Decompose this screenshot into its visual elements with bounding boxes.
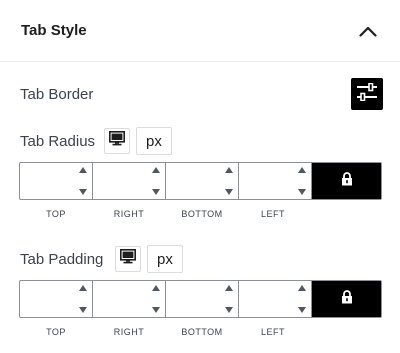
decrement-arrow[interactable]: [79, 307, 87, 313]
decrement-arrow[interactable]: [225, 189, 233, 195]
decrement-arrow[interactable]: [298, 189, 306, 195]
tab-radius-label: Tab Radius: [20, 133, 96, 150]
tab-padding-unit-button[interactable]: px: [147, 245, 183, 273]
tab-radius-top-field[interactable]: [20, 163, 93, 199]
tab-radius-right-input[interactable]: [93, 163, 147, 199]
tab-border-label: Tab Border: [20, 86, 94, 103]
panel-title: Tab Style: [21, 22, 87, 39]
tab-padding-link-button[interactable]: [312, 281, 381, 317]
chevron-up-icon[interactable]: [356, 22, 380, 40]
tab-radius-bottom-field[interactable]: [166, 163, 239, 199]
tab-radius-dimension-labels: TOP RIGHT BOTTOM LEFT: [19, 209, 309, 221]
lock-icon: [341, 171, 353, 191]
decrement-arrow[interactable]: [298, 307, 306, 313]
dimension-label-right: RIGHT: [113, 327, 145, 337]
tab-padding-left-input[interactable]: [239, 281, 293, 317]
tab-padding-bottom-field[interactable]: [166, 281, 239, 317]
dimension-label-top: TOP: [46, 327, 66, 337]
tab-radius-device-button[interactable]: [104, 128, 130, 154]
increment-arrow[interactable]: [152, 285, 160, 291]
tab-padding-right-input[interactable]: [93, 281, 147, 317]
dimension-label-left: LEFT: [260, 327, 286, 337]
increment-arrow[interactable]: [79, 285, 87, 291]
increment-arrow[interactable]: [152, 167, 160, 173]
panel-header[interactable]: Tab Style: [0, 0, 400, 62]
tab-padding-right-field[interactable]: [93, 281, 166, 317]
increment-arrow[interactable]: [225, 285, 233, 291]
tab-padding-top-input[interactable]: [20, 281, 74, 317]
tab-radius-bottom-input[interactable]: [166, 163, 220, 199]
dimension-label-bottom: BOTTOM: [181, 209, 223, 219]
increment-arrow[interactable]: [298, 285, 306, 291]
dimension-label-bottom: BOTTOM: [181, 327, 223, 337]
tab-padding-top-field[interactable]: [20, 281, 93, 317]
tab-padding-dimensions: [19, 280, 382, 318]
tab-radius-left-field[interactable]: [239, 163, 312, 199]
tab-padding-dimension-labels: TOP RIGHT BOTTOM LEFT: [19, 327, 309, 339]
lock-icon: [341, 289, 353, 309]
tab-radius-top-input[interactable]: [20, 163, 74, 199]
increment-arrow[interactable]: [298, 167, 306, 173]
decrement-arrow[interactable]: [152, 307, 160, 313]
decrement-arrow[interactable]: [152, 189, 160, 195]
tab-radius-left-input[interactable]: [239, 163, 293, 199]
sliders-icon: [356, 82, 378, 106]
dimension-label-left: LEFT: [260, 209, 286, 219]
increment-arrow[interactable]: [225, 167, 233, 173]
decrement-arrow[interactable]: [225, 307, 233, 313]
increment-arrow[interactable]: [79, 167, 87, 173]
desktop-icon: [109, 131, 125, 151]
tab-padding-bottom-input[interactable]: [166, 281, 220, 317]
desktop-icon: [120, 249, 136, 269]
tab-radius-dimensions: [19, 162, 382, 200]
dimension-label-top: TOP: [46, 209, 66, 219]
decrement-arrow[interactable]: [79, 189, 87, 195]
tab-padding-left-field[interactable]: [239, 281, 312, 317]
tab-radius-link-button[interactable]: [312, 163, 381, 199]
tab-radius-right-field[interactable]: [93, 163, 166, 199]
dimension-label-right: RIGHT: [113, 209, 145, 219]
tab-border-settings-button[interactable]: [351, 78, 383, 110]
tab-padding-label: Tab Padding: [20, 251, 104, 268]
tab-radius-unit-button[interactable]: px: [136, 127, 172, 155]
tab-padding-device-button[interactable]: [115, 246, 141, 272]
